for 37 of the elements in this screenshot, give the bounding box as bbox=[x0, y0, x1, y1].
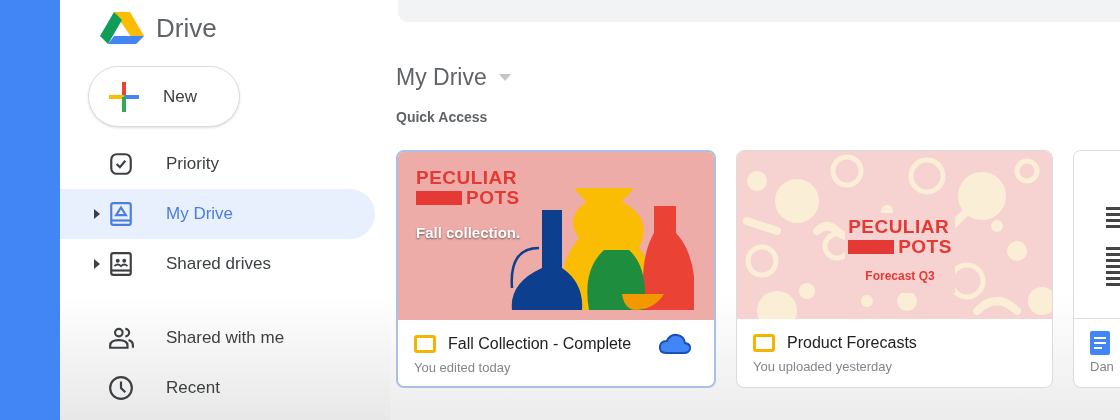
priority-check-icon bbox=[108, 151, 134, 177]
drive-icon bbox=[108, 201, 134, 227]
plus-icon bbox=[109, 81, 139, 112]
logo-bar bbox=[416, 190, 462, 205]
clock-icon bbox=[108, 375, 134, 401]
app-name: Drive bbox=[156, 11, 217, 45]
slides-icon bbox=[753, 331, 775, 354]
logo-text: PECULIAR bbox=[848, 216, 951, 237]
expand-arrow-icon[interactable] bbox=[94, 259, 100, 269]
people-icon bbox=[108, 325, 134, 351]
nav-item[interactable]: Recent bbox=[60, 363, 375, 413]
section-heading: Quick Access bbox=[396, 107, 489, 127]
nav-item[interactable]: Shared drives bbox=[60, 239, 375, 289]
file-card[interactable]: Dan bbox=[1073, 149, 1120, 388]
shared-drive-icon bbox=[108, 251, 134, 277]
nav-item[interactable]: My Drive bbox=[60, 189, 375, 239]
file-detail: Dan bbox=[1090, 357, 1115, 376]
slide-subtitle: Fall collection. bbox=[416, 222, 521, 243]
file-card[interactable]: PECULIAR POTS Fall collection. Fall Collection - Complete You edited today bbox=[396, 149, 716, 388]
drive-logo-icon bbox=[100, 10, 144, 46]
slide-subtitle: Forecast Q3 bbox=[865, 267, 935, 285]
file-detail: You uploaded yesterday bbox=[753, 357, 894, 376]
nav-item[interactable]: Shared with me bbox=[60, 313, 375, 363]
page-title: My Drive bbox=[396, 63, 487, 92]
logo-text: POTS bbox=[466, 187, 520, 208]
new-button[interactable]: New bbox=[88, 66, 240, 127]
slides-icon bbox=[414, 332, 436, 355]
logo-text: PECULIAR bbox=[416, 167, 518, 188]
file-card[interactable]: PECULIAR POTS Forecast Q3 Product Forecasts You uploaded yesterday bbox=[736, 149, 1053, 388]
file-name: Fall Collection - Complete bbox=[448, 333, 632, 354]
logo-bar bbox=[848, 239, 895, 254]
nav-item[interactable]: Priority bbox=[60, 139, 375, 189]
file-detail: You edited today bbox=[414, 358, 512, 377]
expand-arrow-icon[interactable] bbox=[94, 209, 100, 219]
document-icon bbox=[1090, 330, 1110, 355]
file-name: Product Forecasts bbox=[787, 332, 917, 353]
logo-text: POTS bbox=[898, 236, 952, 257]
